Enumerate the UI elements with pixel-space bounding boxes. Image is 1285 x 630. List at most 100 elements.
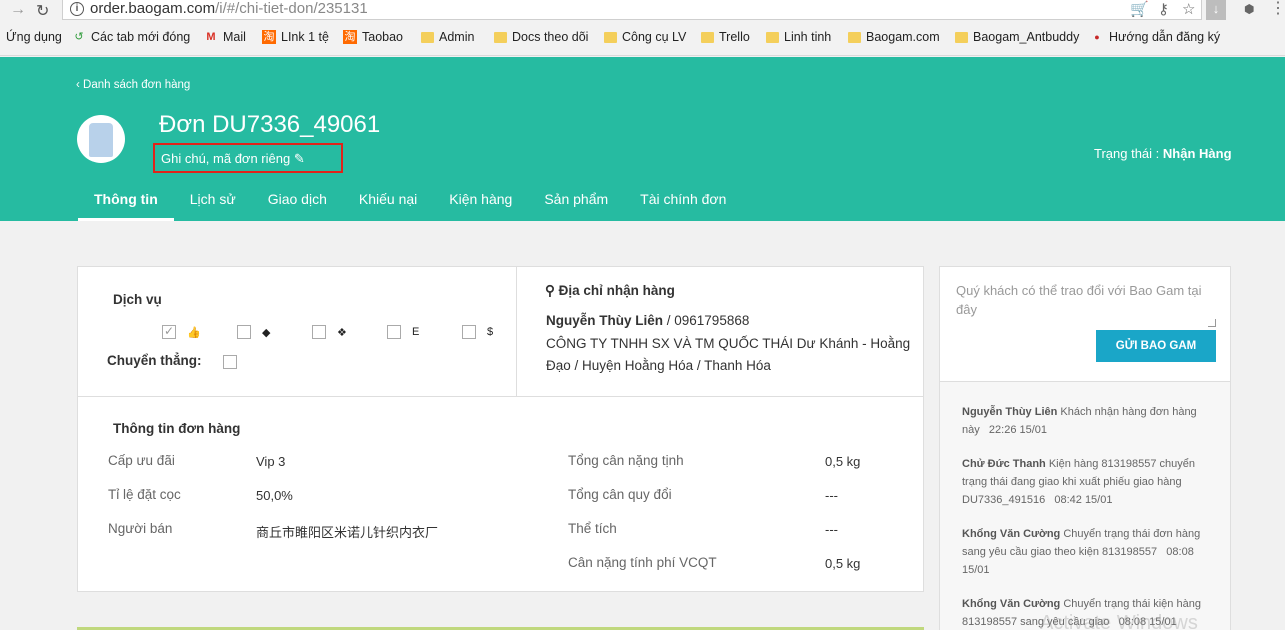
order-header: ‹ Danh sách đơn hàng Đơn DU7336_49061 Gh… [0, 57, 1285, 221]
order-status: Trạng thái : Nhận Hàng [1094, 146, 1232, 161]
address-line: CÔNG TY TNHH SX VÀ TM QUỐC THÁI Dư Khánh… [546, 336, 911, 373]
order-title: Đơn DU7336_49061 [159, 111, 381, 138]
tab-history[interactable]: Lịch sử [174, 189, 252, 221]
bookmark-misc[interactable]: Linh tinh [766, 30, 831, 44]
taobao-icon: 淘 [343, 30, 357, 44]
service-checkbox[interactable] [162, 324, 176, 339]
bookmark-recent-tabs[interactable]: ↺ Các tab mới đóng [72, 30, 190, 44]
tab-packages[interactable]: Kiện hàng [433, 189, 528, 221]
activity-timeline: Nguyễn Thùy Liên Khách nhận hàng đơn hàn… [939, 382, 1231, 630]
services-title: Dịch vụ [113, 292, 162, 307]
timeline-item: Khổng Văn Cường Chuyển trạng thái đơn hà… [962, 528, 1201, 576]
key-icon[interactable]: ⚷ [1158, 0, 1169, 18]
order-info-title: Thông tin đơn hàng [113, 421, 241, 436]
info-icon[interactable]: i [70, 2, 84, 16]
timeline-item: Nguyễn Thùy Liên Khách nhận hàng đơn hàn… [962, 406, 1197, 436]
bookmark-link[interactable]: 淘 LInk 1 tệ [262, 30, 329, 44]
divider [78, 396, 923, 397]
bookmark-tools[interactable]: Công cụ LV [604, 30, 686, 44]
info-label: Tỉ lệ đặt cọc [108, 487, 181, 502]
bookmarks-bar: Ứng dụng ↺ Các tab mới đóng M Mail 淘 LInk 1… [0, 24, 1285, 56]
service-option[interactable]: ❖ [312, 325, 351, 339]
service-checkbox[interactable] [387, 325, 401, 339]
star-icon[interactable]: ☆ [1182, 0, 1195, 18]
info-label: Tổng cân nặng tịnh [568, 453, 684, 468]
direct-shipping-label: Chuyển thẳng: [107, 353, 202, 368]
order-tabs: Thông tin Lịch sử Giao dịch Khiếu nại Ki… [78, 189, 742, 221]
bookmark-baogam[interactable]: Baogam.com [848, 30, 940, 44]
info-label: Tổng cân quy đổi [568, 487, 672, 502]
info-value: 50,0% [256, 488, 293, 503]
tab-finance[interactable]: Tài chính đơn [624, 189, 742, 221]
info-value: --- [825, 488, 838, 503]
reload-icon[interactable]: ↻ [36, 1, 49, 21]
info-label: Người bán [108, 521, 173, 536]
service-option[interactable]: $ [462, 325, 501, 339]
menu-icon[interactable]: ⋮ [1270, 0, 1285, 18]
taobao-icon: 淘 [262, 30, 276, 44]
service-checkbox[interactable] [462, 325, 476, 339]
browser-address-bar: → ↻ i order.baogam.com/i/#/chi-tiet-don/… [0, 0, 1285, 24]
letter-e-icon: E [412, 326, 420, 338]
info-label: Cấp ưu đãi [108, 453, 175, 468]
info-label: Thể tích [568, 521, 617, 536]
timeline-item: Chử Đức Thanh Kiện hàng 813198557 chuyển… [962, 458, 1196, 506]
services-list: 👍 ◆ ❖ E $ [162, 324, 537, 339]
service-checkbox[interactable] [237, 325, 251, 339]
back-link[interactable]: ‹ Danh sách đơn hàng [76, 79, 190, 91]
bookmark-taobao[interactable]: 淘 Taobao [343, 30, 403, 44]
thumbs-up-icon: 👍 [187, 326, 201, 339]
extension-badge-icon[interactable]: ⬢ [1244, 2, 1254, 16]
back-arrow-icon[interactable]: → [10, 1, 26, 19]
service-option[interactable]: E [387, 325, 426, 339]
folder-icon [604, 31, 617, 43]
pencil-icon: ✎ [293, 151, 305, 166]
info-value: --- [825, 522, 838, 537]
folder-icon [766, 31, 779, 43]
service-option[interactable]: 👍 [162, 324, 201, 339]
tab-transactions[interactable]: Giao dịch [252, 189, 343, 221]
bookmark-antbuddy[interactable]: Baogam_Antbuddy [955, 30, 1079, 44]
product-thumbnail [77, 115, 125, 163]
chevron-left-icon: ‹ [76, 79, 84, 91]
order-info-card: Dịch vụ 👍 ◆ ❖ E $ Chuyển thẳng: ⚲ Địa ch… [77, 266, 924, 592]
bookmark-docs[interactable]: Docs theo dõi [494, 30, 588, 44]
restore-icon: ↺ [74, 31, 84, 43]
map-pin-icon: ⚲ [545, 283, 555, 298]
edit-note-button[interactable]: Ghi chú, mã đơn riêng ✎ [161, 151, 305, 167]
service-option[interactable]: ◆ [237, 325, 276, 339]
site-icon: ● [1094, 32, 1100, 42]
bookmark-guide[interactable]: ● Hướng dẫn đăng ký [1090, 30, 1220, 44]
url-text[interactable]: order.baogam.com/i/#/chi-tiet-don/235131 [90, 0, 368, 17]
resize-handle-icon[interactable] [1208, 319, 1216, 327]
service-checkbox[interactable] [312, 325, 326, 339]
direct-shipping-checkbox[interactable] [223, 355, 237, 369]
bookmark-trello[interactable]: Trello [701, 30, 750, 44]
bookmark-apps[interactable]: Ứng dụng [6, 30, 62, 44]
tab-complaints[interactable]: Khiếu nại [343, 189, 433, 221]
recipient: Nguyễn Thùy Liên / 0961795868 [546, 313, 750, 328]
message-panel: Quý khách có thể trao đổi với Bao Gam tạ… [939, 266, 1231, 382]
download-icon[interactable]: ↓ [1206, 0, 1226, 20]
cart-extension-icon[interactable]: 🛒 [1130, 0, 1149, 18]
box-icon: ◆ [262, 326, 271, 339]
send-message-button[interactable]: GỬI BAO GAM [1096, 330, 1216, 362]
folder-icon [701, 31, 714, 43]
info-value: 商丘市睢阳区米诺儿针织内衣厂 [256, 525, 439, 540]
folder-icon [955, 31, 968, 43]
os-watermark: Activate Windows [1040, 612, 1198, 630]
info-value: 0,5 kg [825, 556, 861, 571]
bookmark-mail[interactable]: M Mail [204, 30, 246, 44]
tab-info[interactable]: Thông tin [78, 189, 174, 221]
message-input[interactable]: Quý khách có thể trao đổi với Bao Gam tạ… [956, 281, 1218, 331]
folder-icon [848, 31, 861, 43]
info-value: Vip 3 [256, 454, 286, 469]
shirt-image [89, 123, 113, 157]
bookmark-admin[interactable]: Admin [421, 30, 474, 44]
info-label: Cân nặng tính phí VCQT [568, 555, 717, 570]
tab-products[interactable]: Sản phẩm [528, 189, 624, 221]
info-value: 0,5 kg [825, 454, 861, 469]
folder-icon [494, 31, 507, 43]
note-highlight-box: Ghi chú, mã đơn riêng ✎ [153, 143, 343, 173]
folder-icon [421, 31, 434, 43]
